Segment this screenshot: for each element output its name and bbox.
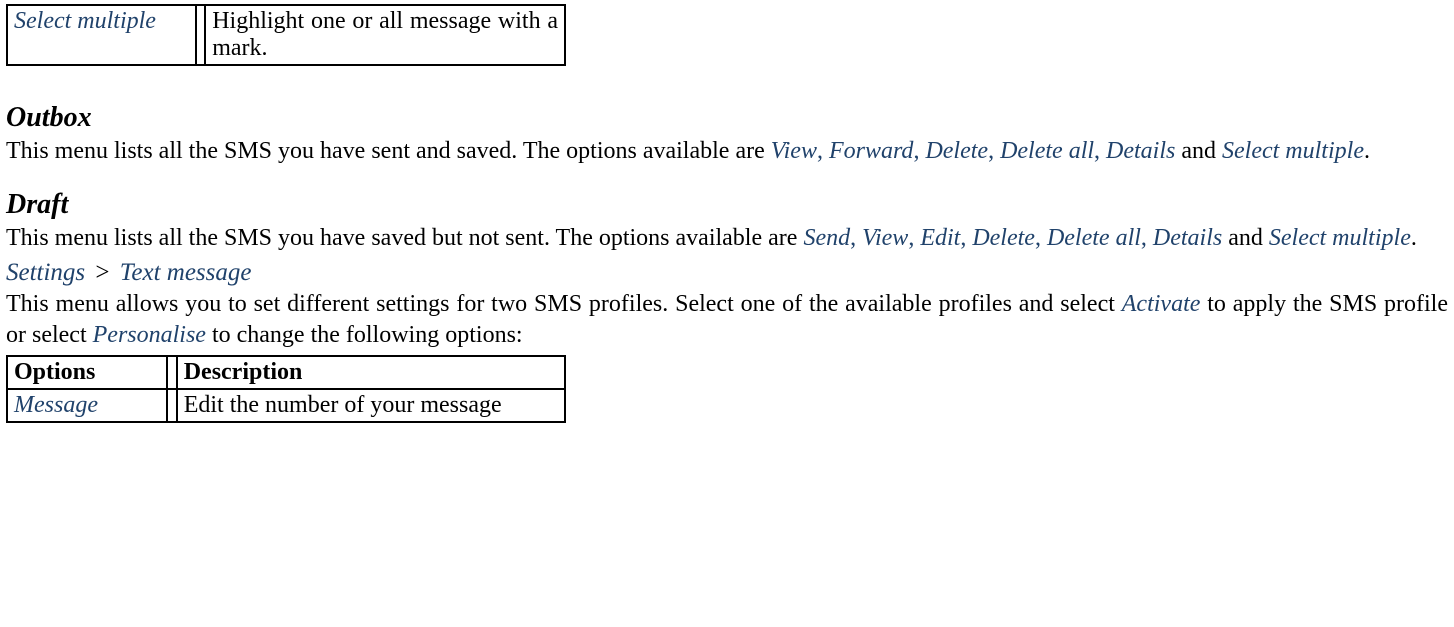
option-details: Details — [1153, 225, 1222, 251]
option-view: View — [771, 138, 817, 164]
option-view: View — [862, 225, 908, 251]
crumb-separator: > — [95, 259, 109, 286]
table-spacer-cell — [196, 5, 206, 65]
option-delete-all: Delete all — [1047, 225, 1141, 251]
separator: , — [908, 225, 920, 251]
option-delete: Delete — [925, 138, 988, 164]
table-header-row: Options Description — [7, 356, 565, 389]
separator: , — [850, 225, 862, 251]
outbox-paragraph: This menu lists all the SMS you have sen… — [6, 136, 1448, 167]
text: . — [1411, 225, 1417, 251]
settings-paragraph: This menu allows you to set different se… — [6, 289, 1448, 350]
option-description-cell: Edit the number of your message — [177, 389, 565, 422]
heading-draft: Draft — [6, 189, 1448, 221]
option-edit: Edit — [920, 225, 960, 251]
separator: , — [988, 138, 1000, 164]
separator: , — [960, 225, 972, 251]
option-name-cell: Select multiple — [7, 5, 196, 65]
text: . — [1364, 138, 1370, 164]
separator: and — [1222, 225, 1269, 251]
text: This menu lists all the SMS you have sen… — [6, 138, 771, 164]
separator: , — [1035, 225, 1047, 251]
option-send: Send — [803, 225, 850, 251]
text: This menu lists all the SMS you have sav… — [6, 225, 803, 251]
table-spacer-cell — [167, 356, 177, 389]
breadcrumb: Settings > Text message — [6, 259, 1448, 287]
separator: , — [913, 138, 925, 164]
crumb-text-message: Text message — [120, 259, 252, 286]
separator: and — [1175, 138, 1222, 164]
option-details: Details — [1106, 138, 1175, 164]
crumb-settings: Settings — [6, 259, 85, 286]
option-personalise: Personalise — [93, 322, 206, 348]
option-description-cell: Highlight one or all message with a mark… — [205, 5, 565, 65]
separator: , — [1094, 138, 1106, 164]
separator: , — [1141, 225, 1153, 251]
draft-paragraph: This menu lists all the SMS you have sav… — [6, 223, 1448, 254]
options-table: Options Description Message Edit the num… — [6, 355, 566, 423]
column-header-options: Options — [7, 356, 167, 389]
option-delete-all: Delete all — [1000, 138, 1094, 164]
table-spacer-cell — [167, 389, 177, 422]
option-select-multiple: Select multiple — [1269, 225, 1411, 251]
separator: , — [817, 138, 829, 164]
option-select-multiple: Select multiple — [1222, 138, 1364, 164]
table-row: Message Edit the number of your message — [7, 389, 565, 422]
option-activate: Activate — [1122, 291, 1201, 317]
text: This menu allows you to set different se… — [6, 291, 1122, 317]
heading-outbox: Outbox — [6, 102, 1448, 134]
option-forward: Forward — [829, 138, 913, 164]
option-delete: Delete — [972, 225, 1035, 251]
option-name-cell: Message — [7, 389, 167, 422]
table-row: Select multiple Highlight one or all mes… — [7, 5, 565, 65]
text: to change the following options: — [212, 322, 523, 348]
document-page: Select multiple Highlight one or all mes… — [0, 0, 1454, 433]
options-table-fragment: Select multiple Highlight one or all mes… — [6, 4, 566, 66]
column-header-description: Description — [177, 356, 565, 389]
